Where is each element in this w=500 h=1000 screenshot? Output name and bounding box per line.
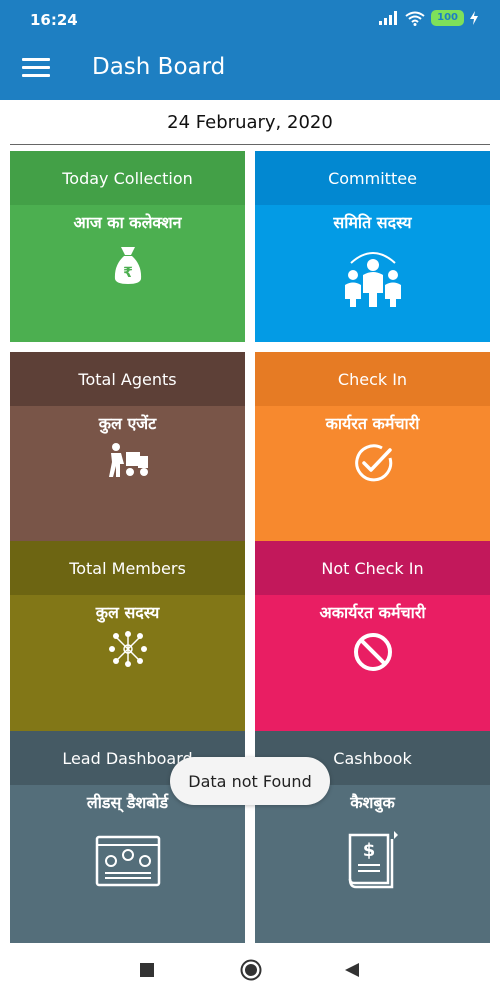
prohibited-icon <box>353 633 392 671</box>
app-bar: Dash Board <box>0 40 500 100</box>
toast-message: Data not Found <box>170 757 330 805</box>
money-bag-icon: ₹ <box>114 247 141 284</box>
tile-today-collection[interactable]: Today Collection आज का कलेक्शन ₹ <box>10 151 245 342</box>
menu-icon[interactable] <box>22 58 50 80</box>
tile-title: Committee <box>255 151 490 205</box>
svg-text:$: $ <box>362 840 375 861</box>
circle-home-icon <box>240 959 262 981</box>
tile-committee[interactable]: Committee समिति सदस्य <box>255 151 490 342</box>
tile-subtitle: कुल सदस्य <box>95 603 160 622</box>
status-bar: 16:24 100 <box>0 0 500 40</box>
dollar-book-icon: $ <box>348 831 398 889</box>
tile-title: Today Collection <box>10 151 245 205</box>
tile-subtitle: समिति सदस्य <box>333 213 412 232</box>
dashboard-screen-icon <box>95 835 160 887</box>
tile-subtitle: आज का कलेक्शन <box>73 213 182 232</box>
tile-total-members[interactable]: Total Members कुल सदस्य <box>10 541 245 732</box>
signal-icon <box>379 11 398 25</box>
square-icon <box>140 963 154 977</box>
tile-not-check-in[interactable]: Not Check In अकार्यरत कर्मचारी <box>255 541 490 732</box>
back-button[interactable] <box>344 962 360 982</box>
status-time: 16:24 <box>30 11 78 29</box>
delivery-agent-icon <box>108 443 148 477</box>
battery-icon: 100 <box>431 10 464 26</box>
charging-icon <box>470 11 478 25</box>
tile-title: Not Check In <box>255 541 490 595</box>
system-nav-bar <box>0 945 500 1000</box>
home-button[interactable] <box>240 959 262 985</box>
tile-total-agents[interactable]: Total Agents कुल एजेंट <box>10 352 245 543</box>
tile-subtitle: अकार्यरत कर्मचारी <box>319 603 426 622</box>
recent-apps-button[interactable] <box>139 962 155 982</box>
check-circle-icon <box>354 444 392 482</box>
tile-title: Total Agents <box>10 352 245 406</box>
tile-check-in[interactable]: Check In कार्यरत कर्मचारी <box>255 352 490 543</box>
status-icons: 100 <box>379 10 478 26</box>
svg-text:₹: ₹ <box>123 265 133 281</box>
network-people-icon <box>108 631 147 667</box>
back-triangle-icon <box>345 963 359 977</box>
tile-title: Check In <box>255 352 490 406</box>
date-bar: 24 February, 2020 <box>0 100 500 146</box>
wifi-icon <box>405 11 425 26</box>
team-icon <box>344 252 401 307</box>
tile-title: Total Members <box>10 541 245 595</box>
date-divider <box>10 144 490 145</box>
tile-subtitle: कुल एजेंट <box>98 414 157 433</box>
page-title: Dash Board <box>92 54 226 80</box>
tile-subtitle: कार्यरत कर्मचारी <box>325 414 420 433</box>
current-date: 24 February, 2020 <box>167 112 333 133</box>
